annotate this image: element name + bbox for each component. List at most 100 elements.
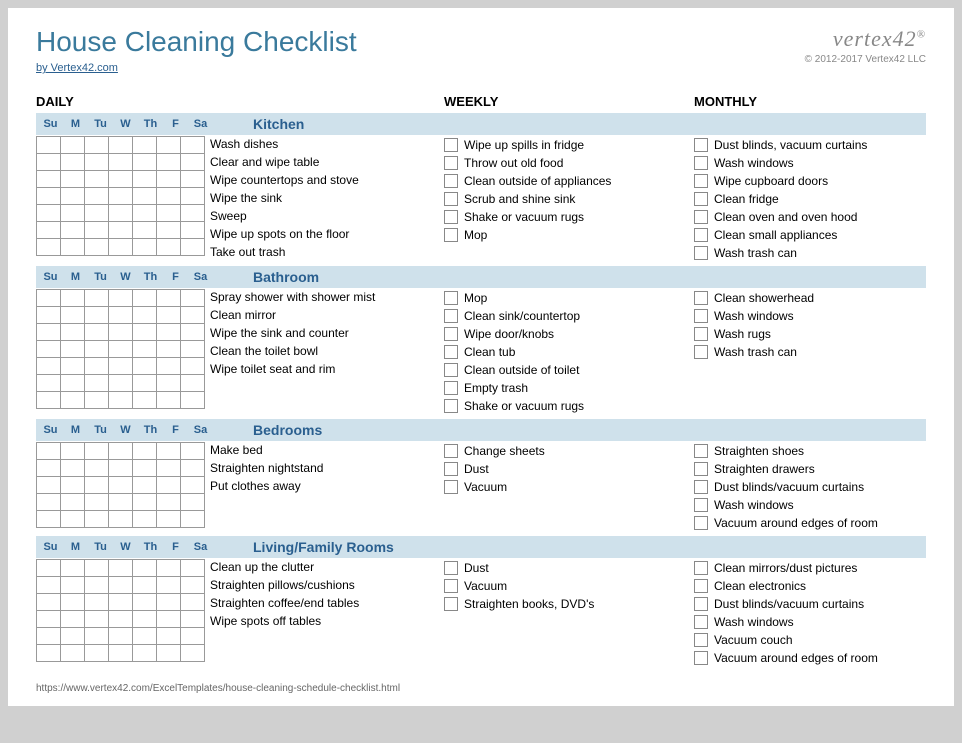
grid-cell[interactable] (84, 559, 109, 577)
checkbox[interactable] (694, 309, 708, 323)
checkbox[interactable] (444, 579, 458, 593)
grid-cell[interactable] (180, 644, 205, 662)
grid-cell[interactable] (108, 221, 133, 239)
checkbox[interactable] (444, 381, 458, 395)
grid-cell[interactable] (108, 493, 133, 511)
grid-cell[interactable] (84, 170, 109, 188)
grid-cell[interactable] (156, 323, 181, 341)
grid-cell[interactable] (180, 357, 205, 375)
grid-cell[interactable] (108, 459, 133, 477)
grid-cell[interactable] (156, 559, 181, 577)
grid-cell[interactable] (60, 627, 85, 645)
grid-cell[interactable] (108, 476, 133, 494)
grid-cell[interactable] (180, 374, 205, 392)
grid-cell[interactable] (132, 610, 157, 628)
grid-cell[interactable] (36, 576, 61, 594)
grid-cell[interactable] (180, 340, 205, 358)
grid-cell[interactable] (84, 442, 109, 460)
checkbox[interactable] (444, 192, 458, 206)
checkbox[interactable] (694, 633, 708, 647)
grid-cell[interactable] (132, 204, 157, 222)
grid-cell[interactable] (60, 153, 85, 171)
grid-cell[interactable] (60, 576, 85, 594)
grid-cell[interactable] (84, 340, 109, 358)
grid-cell[interactable] (36, 136, 61, 154)
grid-cell[interactable] (36, 170, 61, 188)
grid-cell[interactable] (108, 610, 133, 628)
grid-cell[interactable] (156, 187, 181, 205)
checkbox[interactable] (444, 444, 458, 458)
grid-cell[interactable] (108, 153, 133, 171)
checkbox[interactable] (694, 138, 708, 152)
grid-cell[interactable] (84, 153, 109, 171)
grid-cell[interactable] (108, 391, 133, 409)
grid-cell[interactable] (132, 187, 157, 205)
grid-cell[interactable] (132, 221, 157, 239)
grid-cell[interactable] (60, 476, 85, 494)
grid-cell[interactable] (132, 374, 157, 392)
grid-cell[interactable] (60, 323, 85, 341)
grid-cell[interactable] (60, 559, 85, 577)
grid-cell[interactable] (108, 340, 133, 358)
grid-cell[interactable] (132, 559, 157, 577)
grid-cell[interactable] (60, 306, 85, 324)
grid-cell[interactable] (108, 323, 133, 341)
grid-cell[interactable] (84, 204, 109, 222)
grid-cell[interactable] (60, 459, 85, 477)
grid-cell[interactable] (84, 593, 109, 611)
grid-cell[interactable] (60, 593, 85, 611)
grid-cell[interactable] (132, 493, 157, 511)
checkbox[interactable] (694, 615, 708, 629)
checkbox[interactable] (694, 480, 708, 494)
checkbox[interactable] (694, 651, 708, 665)
grid-cell[interactable] (60, 136, 85, 154)
grid-cell[interactable] (60, 204, 85, 222)
grid-cell[interactable] (84, 576, 109, 594)
grid-cell[interactable] (60, 187, 85, 205)
checkbox[interactable] (694, 561, 708, 575)
grid-cell[interactable] (108, 442, 133, 460)
grid-cell[interactable] (60, 289, 85, 307)
checkbox[interactable] (444, 138, 458, 152)
grid-cell[interactable] (108, 289, 133, 307)
grid-cell[interactable] (108, 576, 133, 594)
grid-cell[interactable] (36, 340, 61, 358)
grid-cell[interactable] (60, 610, 85, 628)
grid-cell[interactable] (84, 391, 109, 409)
grid-cell[interactable] (36, 593, 61, 611)
grid-cell[interactable] (60, 238, 85, 256)
grid-cell[interactable] (84, 357, 109, 375)
grid-cell[interactable] (132, 357, 157, 375)
grid-cell[interactable] (36, 204, 61, 222)
checkbox[interactable] (694, 444, 708, 458)
grid-cell[interactable] (132, 442, 157, 460)
grid-cell[interactable] (132, 391, 157, 409)
grid-cell[interactable] (84, 238, 109, 256)
grid-cell[interactable] (156, 306, 181, 324)
grid-cell[interactable] (180, 576, 205, 594)
grid-cell[interactable] (60, 644, 85, 662)
grid-cell[interactable] (156, 374, 181, 392)
grid-cell[interactable] (156, 238, 181, 256)
grid-cell[interactable] (180, 593, 205, 611)
grid-cell[interactable] (132, 476, 157, 494)
checkbox[interactable] (444, 462, 458, 476)
grid-cell[interactable] (36, 510, 61, 528)
grid-cell[interactable] (180, 476, 205, 494)
checkbox[interactable] (444, 399, 458, 413)
checkbox[interactable] (694, 498, 708, 512)
grid-cell[interactable] (84, 221, 109, 239)
grid-cell[interactable] (36, 627, 61, 645)
checkbox[interactable] (444, 561, 458, 575)
grid-cell[interactable] (132, 238, 157, 256)
grid-cell[interactable] (36, 391, 61, 409)
grid-cell[interactable] (108, 593, 133, 611)
grid-cell[interactable] (84, 136, 109, 154)
checkbox[interactable] (694, 462, 708, 476)
grid-cell[interactable] (156, 221, 181, 239)
checkbox[interactable] (694, 192, 708, 206)
grid-cell[interactable] (36, 374, 61, 392)
checkbox[interactable] (694, 156, 708, 170)
grid-cell[interactable] (156, 510, 181, 528)
byline-link[interactable]: by Vertex42.com (36, 62, 118, 74)
